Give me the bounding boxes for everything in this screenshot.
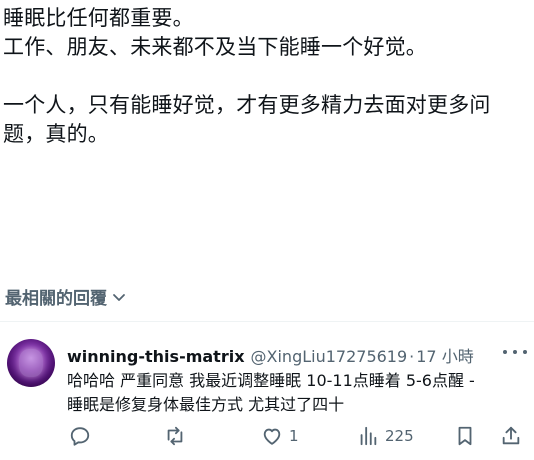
- repost-button[interactable]: [164, 425, 186, 447]
- reply-item[interactable]: winning-this-matrix @XingLiu17275619 · 1…: [0, 322, 534, 460]
- post-line: 题，真的。: [3, 122, 109, 146]
- replies-sort-label: 最相關的回覆: [5, 289, 107, 309]
- more-options-icon[interactable]: [503, 344, 527, 360]
- reply-actions: 1 225: [0, 425, 534, 453]
- share-button[interactable]: [500, 425, 522, 447]
- reply-text: 哈哈哈 严重同意 我最近调整睡眠 10-11点睡着 5-6点醒 - 睡眠是修复身…: [67, 369, 527, 417]
- heart-icon: [263, 428, 281, 445]
- avatar[interactable]: [7, 339, 55, 387]
- like-button[interactable]: 1: [261, 425, 299, 447]
- post-text: 睡眠比任何都重要。 工作、朋友、未来都不及当下能睡一个好觉。 一个人，只有能睡好…: [3, 4, 528, 149]
- views-button[interactable]: 225: [357, 425, 414, 447]
- repost-icon: [167, 426, 183, 446]
- like-count: 1: [289, 427, 299, 445]
- bookmark-icon: [458, 426, 472, 446]
- reply-author-name[interactable]: winning-this-matrix: [67, 347, 245, 366]
- reply-author-handle[interactable]: @XingLiu17275619: [251, 347, 408, 366]
- reply-button[interactable]: [69, 425, 91, 447]
- post-line: 一个人，只有能睡好觉，才有更多精力去面对更多问: [3, 93, 491, 117]
- reply-line: 睡眠是修复身体最佳方式 尤其过了四十: [67, 395, 345, 414]
- reply-line: 哈哈哈 严重同意 我最近调整睡眠 10-11点睡着 5-6点醒 -: [67, 371, 475, 390]
- reply-header: winning-this-matrix @XingLiu17275619 · 1…: [67, 343, 507, 367]
- post-line: 睡眠比任何都重要。: [3, 6, 194, 30]
- view-count: 225: [385, 427, 414, 445]
- replies-sort-dropdown[interactable]: 最相關的回覆: [5, 284, 127, 309]
- bookmark-button[interactable]: [454, 425, 476, 447]
- share-icon: [502, 426, 520, 445]
- reply-timestamp[interactable]: 17 小時: [416, 343, 473, 367]
- bar-chart-icon: [360, 426, 377, 446]
- chevron-down-icon: [113, 293, 125, 301]
- post-line: 工作、朋友、未来都不及当下能睡一个好觉。: [3, 35, 427, 59]
- comment-icon: [70, 427, 90, 446]
- separator-dot: ·: [409, 347, 415, 366]
